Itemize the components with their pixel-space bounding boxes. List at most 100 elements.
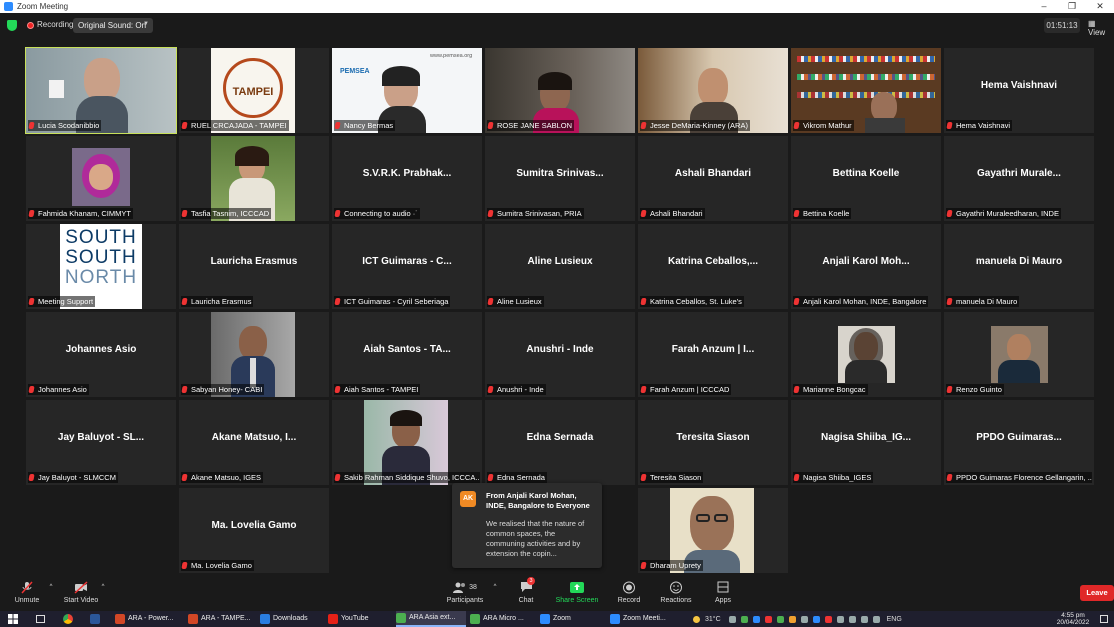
participant-tile-sumitra-srinivasan-pria[interactable]: Sumitra Srinivas... Sumitra Srinivasan, P… — [485, 136, 635, 221]
participant-tile-aiah-santos-tampei[interactable]: Aiah Santos - TA... Aiah Santos - TAMPEI — [332, 312, 482, 397]
maximize-icon[interactable]: ❐ — [1058, 0, 1086, 13]
start-button[interactable] — [8, 611, 22, 627]
participant-tile-hema-vaishnavi[interactable]: Hema Vaishnavi Hema Vaishnavi — [944, 48, 1094, 133]
participant-name-label: Connecting to audio ·˙ — [334, 208, 420, 219]
participant-tile-sabyan-honey-cabi[interactable]: Sabyan Honey- CABI — [179, 312, 329, 397]
participant-name-label: Meeting Support — [28, 296, 96, 307]
view-label: View — [1088, 28, 1106, 37]
participant-tile-gayathri-muraleedharan-inde[interactable]: Gayathri Murale... Gayathri Muraleedharan… — [944, 136, 1094, 221]
taskbar-app-ara-tampe[interactable]: ARA - TAMPE... — [188, 611, 254, 627]
original-sound-label: Original Sound: On — [78, 21, 147, 30]
participant-tile-ict-guimaras-cyril-seberiaga[interactable]: ICT Guimaras - C... ICT Guimaras - Cyril … — [332, 224, 482, 309]
participant-tile-marianne-bongcac[interactable]: Marianne Bongcac — [791, 312, 941, 397]
security-shield-icon[interactable] — [7, 20, 17, 31]
participant-tile-anushri-inde[interactable]: Anushri - Inde Anushri - Inde — [485, 312, 635, 397]
participants-button[interactable]: 38 Participants — [444, 576, 486, 609]
participant-tile-meeting-support[interactable]: SOUTH SOUTH NORTH Meeting Support — [26, 224, 176, 309]
participant-tile-nagisa-shiiba-iges[interactable]: Nagisa Shiiba_IG... Nagisa Shiiba_IGES — [791, 400, 941, 485]
participant-tile-anjali-karol-mohan-inde-bangalore[interactable]: Anjali Karol Moh... Anjali Karol Mohan, I… — [791, 224, 941, 309]
video-off-icon — [74, 581, 88, 594]
participant-display-name: Teresita Siason — [676, 432, 750, 443]
tray-app-icon[interactable] — [728, 615, 736, 623]
participant-tile-nancy-bermas[interactable]: PEMSEA www.pemsea.org Nancy Bermas — [332, 48, 482, 133]
tray-app-icon[interactable] — [740, 615, 748, 623]
tray-app-icon[interactable] — [788, 615, 796, 623]
participant-tile-ruel-crcajada-tampei[interactable]: TAMPEI RUEL CRCAJADA - TAMPEI — [179, 48, 329, 133]
participant-tile-renzo-guinto[interactable]: Renzo Guinto — [944, 312, 1094, 397]
taskbar-app-youtube[interactable]: YouTube — [328, 611, 388, 627]
participant-tile-katrina-ceballos-st-luke-s[interactable]: Katrina Ceballos,... Katrina Ceballos, St… — [638, 224, 788, 309]
unmute-button[interactable]: Unmute — [8, 576, 46, 609]
participant-tile-jay-baluyot-slmccm[interactable]: Jay Baluyot - SL... Jay Baluyot - SLMCCM — [26, 400, 176, 485]
participant-tile-ashali-bhandari[interactable]: Ashali Bhandari Ashali Bhandari — [638, 136, 788, 221]
taskbar-app-zoom-meeti[interactable]: Zoom Meeti... — [610, 611, 682, 627]
audio-options-chevron-icon[interactable]: ^ — [48, 576, 54, 609]
participant-tile-dharam-uprety[interactable]: Dharam Uprety — [638, 488, 788, 573]
chrome-taskbar-icon[interactable] — [63, 611, 77, 627]
participant-name: ICT Guimaras - Cyril Seberiaga — [344, 297, 449, 306]
battery-icon[interactable] — [848, 615, 856, 623]
chat-notification[interactable]: AK From Anjali Karol Mohan, INDE, Bangal… — [452, 483, 602, 568]
taskbar-app-ara-power[interactable]: ARA - Power... — [115, 611, 181, 627]
participant-tile-johannes-asio[interactable]: Johannes Asio Johannes Asio — [26, 312, 176, 397]
participant-name: Connecting to audio ·˙ — [344, 209, 418, 218]
apps-button[interactable]: Apps — [708, 576, 738, 609]
participant-tile-edna-sernada[interactable]: Edna Sernada Edna Sernada — [485, 400, 635, 485]
share-screen-button[interactable]: Share Screen — [554, 576, 600, 609]
participant-tile-akane-matsuo-iges[interactable]: Akane Matsuo, I... Akane Matsuo, IGES — [179, 400, 329, 485]
taskbar-app-ara-micro[interactable]: ARA Micro ... — [470, 611, 536, 627]
participant-tile-aline-lusieux[interactable]: Aline Lusieux Aline Lusieux — [485, 224, 635, 309]
participant-tile-teresita-siason[interactable]: Teresita Siason Teresita Siason — [638, 400, 788, 485]
participant-tile-tasfia-tasnim-icccad[interactable]: Tasfia Tasnim, ICCCAD — [179, 136, 329, 221]
volume-icon[interactable] — [872, 615, 880, 623]
participants-chevron-icon[interactable]: ^ — [492, 576, 498, 609]
participant-tile-ma-lovelia-gamo[interactable]: Ma. Lovelia Gamo Ma. Lovelia Gamo — [179, 488, 329, 573]
language-indicator[interactable]: ENG — [887, 616, 902, 623]
tray-app-icon[interactable] — [812, 615, 820, 623]
participant-tile-jesse-demaria-kinney-ara[interactable]: Jesse DeMaria-Kinney (ARA) — [638, 48, 788, 133]
participant-display-name: Hema Vaishnavi — [980, 80, 1058, 91]
task-view-icon[interactable] — [36, 611, 48, 627]
chat-button[interactable]: 3 Chat — [510, 576, 542, 609]
start-video-button[interactable]: Start Video — [60, 576, 102, 609]
participant-tile-lucia-scodanibbio[interactable]: Lucia Scodanibbio — [25, 47, 177, 134]
reactions-button[interactable]: Reactions — [656, 576, 696, 609]
participant-name: Nancy Bermas — [344, 121, 394, 130]
mic-muted-icon — [640, 298, 647, 305]
tray-app-icon[interactable] — [824, 615, 832, 623]
participant-tile-fahmida-khanam-cimmyt[interactable]: Fahmida Khanam, CIMMYT — [26, 136, 176, 221]
chevron-down-icon[interactable]: ▼ — [143, 21, 149, 27]
video-options-chevron-icon[interactable]: ^ — [100, 576, 106, 609]
wifi-icon[interactable] — [860, 615, 868, 623]
view-button[interactable]: ▦ View — [1088, 19, 1114, 37]
record-button[interactable]: Record — [612, 576, 646, 609]
tray-app-icon[interactable] — [776, 615, 784, 623]
participant-display-name: S.V.R.K. Prabhak... — [362, 168, 452, 179]
tray-app-icon[interactable] — [764, 615, 772, 623]
participants-count: 38 — [469, 584, 477, 591]
tray-app-icon[interactable] — [836, 615, 844, 623]
taskbar-app-zoom[interactable]: Zoom — [540, 611, 602, 627]
taskbar-app-downloads[interactable]: Downloads — [260, 611, 322, 627]
tray-zoom-icon[interactable] — [752, 615, 760, 623]
participant-tile-bettina-koelle[interactable]: Bettina Koelle Bettina Koelle — [791, 136, 941, 221]
participant-display-name: Anjali Karol Moh... — [822, 256, 910, 267]
participant-tile-farah-anzum-icccad[interactable]: Farah Anzum | I... Farah Anzum | ICCCAD — [638, 312, 788, 397]
notifications-icon[interactable] — [1100, 611, 1112, 627]
participant-tile-connecting-to-audio[interactable]: S.V.R.K. Prabhak... Connecting to audio ·… — [332, 136, 482, 221]
app-icon — [188, 614, 198, 624]
minimize-icon[interactable]: – — [1030, 0, 1058, 13]
participant-tile-manuela-di-mauro[interactable]: manuela Di Mauro manuela Di Mauro — [944, 224, 1094, 309]
participant-tile-lauricha-erasmus[interactable]: Lauricha Erasmus Lauricha Erasmus — [179, 224, 329, 309]
taskbar-app-ara-asia-ext[interactable]: ARA Asia ext... — [396, 611, 466, 627]
close-icon[interactable]: ✕ — [1086, 0, 1114, 13]
leave-button[interactable]: Leave — [1080, 585, 1114, 601]
participant-tile-rose-jane-sablon[interactable]: ROSE JANE SABLON — [485, 48, 635, 133]
tray-app-icon[interactable] — [800, 615, 808, 623]
participant-tile-vikrom-mathur[interactable]: Vikrom Mathur — [791, 48, 941, 133]
participant-tile-ppdo-guimaras-florence-gellangarin[interactable]: PPDO Guimaras... PPDO Guimaras Florence G… — [944, 400, 1094, 485]
original-sound-button[interactable]: Original Sound: On ▼ — [73, 18, 153, 33]
taskbar-clock[interactable]: 4:55 pm 20/04/2022 — [1050, 612, 1096, 626]
word-taskbar-icon[interactable] — [90, 611, 104, 627]
participant-tile-sakib-rahman-siddique-shuvo-iccca[interactable]: Sakib Rahman Siddique Shuvo, ICCCA... — [332, 400, 482, 485]
